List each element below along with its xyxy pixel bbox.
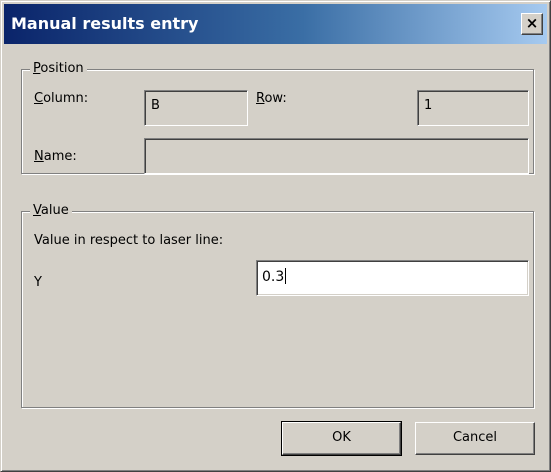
row-field: 1 [417, 90, 529, 126]
cancel-button[interactable]: Cancel [415, 422, 535, 455]
column-field: B [144, 90, 248, 126]
value-groupbox: Value Value in respect to laser line: Y … [21, 203, 534, 408]
manual-results-dialog: Manual results entry × Position Column: … [0, 0, 551, 472]
value-group-label: Value [30, 203, 72, 219]
name-label: Name: [34, 149, 77, 164]
close-icon: × [525, 14, 539, 32]
y-value-input[interactable]: 0.3 [256, 260, 529, 296]
position-group-label: Position [30, 61, 87, 77]
y-value-text: 0.3 [262, 269, 285, 285]
column-label: Column: [34, 91, 89, 106]
column-value: B [151, 98, 160, 113]
value-description: Value in respect to laser line: [34, 233, 224, 248]
position-groupbox: Position Column: B Row: 1 Name: [21, 61, 534, 174]
row-label: Row: [256, 91, 287, 106]
y-label: Y [34, 275, 42, 290]
close-button[interactable]: × [521, 13, 543, 35]
row-value: 1 [424, 98, 433, 113]
name-field [144, 138, 529, 174]
ok-button[interactable]: OK [281, 421, 402, 456]
title-bar[interactable]: Manual results entry × [4, 4, 547, 44]
text-caret [285, 268, 287, 284]
window-title: Manual results entry [11, 14, 199, 33]
